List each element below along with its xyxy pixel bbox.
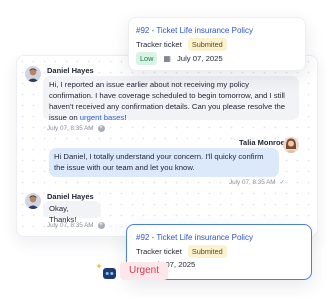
sender-name: Daniel Hayes (47, 66, 94, 75)
message-time: July 07, 8:35 AM (229, 179, 276, 186)
message-meta: July 07, 8:35 AM + (47, 125, 105, 132)
status-badge: Submited (187, 38, 227, 51)
check-icon: ✓ (279, 180, 285, 186)
avatar-daniel-hayes (25, 193, 41, 209)
message-text: Hi Daniel, I totally understand your con… (54, 152, 264, 172)
calendar-icon: ▦ (163, 54, 171, 63)
avatar-daniel-hayes (25, 66, 41, 82)
avatar-talia-monroe (283, 137, 299, 153)
ticket-title[interactable]: #92 - Ticket Life insurance Policy (136, 26, 253, 35)
message-text: Okay, Thanks! (49, 204, 77, 224)
ticket-card-top[interactable]: #92 - Ticket Life insurance Policy Track… (128, 17, 306, 71)
message-meta: July 07, 8:35 AM + (47, 222, 105, 229)
status-badge: Submited (187, 245, 227, 258)
message-bubble: Hi, I reported an issue earlier about no… (43, 76, 299, 122)
message-meta: July 07, 8:35 AM ✓ (229, 179, 285, 186)
sender-name: Talia Monroe (239, 138, 285, 147)
ticket-type: Tracker ticket (136, 40, 182, 49)
plus-icon[interactable]: + (97, 222, 105, 229)
sender-name: Daniel Hayes (47, 192, 94, 201)
message-bubble: Okay, Thanks! (43, 201, 101, 224)
message-time: July 07, 8:35 AM (47, 125, 94, 132)
chat-panel: Daniel Hayes Hi, I reported an issue ear… (16, 55, 318, 237)
ticket-title[interactable]: #92 - Ticket Life insurance Policy (136, 233, 253, 242)
urgent-bases-link[interactable]: urgent bases (80, 113, 124, 122)
ticket-type: Tracker ticket (136, 247, 182, 256)
message-bubble: Hi Daniel, I totally understand your con… (49, 148, 279, 177)
ticket-type-row: Tracker ticket Submited (136, 245, 227, 258)
bot-sparkle-icon (96, 261, 118, 281)
urgent-badge: Urgent (120, 262, 168, 280)
ticket-priority-row: Low ▦ July 07, 2025 (136, 52, 223, 65)
priority-badge: Low (136, 52, 158, 65)
ticket-date: July 07, 2025 (176, 54, 223, 63)
ticket-type-row: Tracker ticket Submited (136, 38, 227, 51)
message-text-end: ! (124, 112, 127, 122)
plus-icon[interactable]: + (97, 125, 105, 132)
message-time: July 07, 8:35 AM (47, 222, 94, 229)
